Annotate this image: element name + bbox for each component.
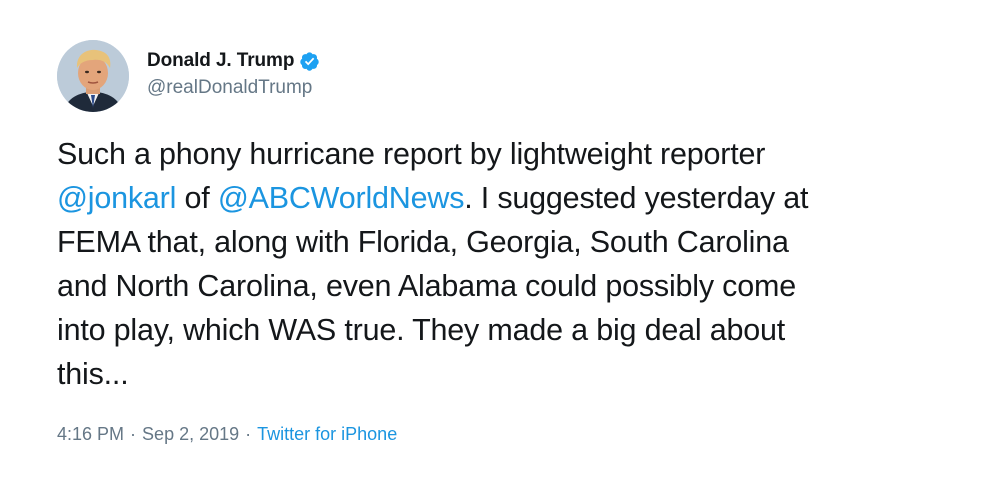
tweet-text-line: this... [57,352,957,396]
tweet-source-link[interactable]: Twitter for iPhone [257,424,397,444]
tweet-text-segment: and North Carolina, even Alabama could p… [57,269,796,303]
author-handle[interactable]: @realDonaldTrump [147,77,320,99]
tweet-text-segment: . I suggested yesterday at [464,181,809,215]
tweet-meta: 4:16 PM · Sep 2, 2019 · Twitter for iPhone [57,424,397,445]
tweet-text-segment: FEMA that, along with Florida, Georgia, … [57,225,789,259]
display-name-row: Donald J. Trump [147,48,320,74]
tweet-time[interactable]: 4:16 PM [57,424,124,444]
tweet-text-line: @jonkarl of @ABCWorldNews. I suggested y… [57,176,957,220]
tweet-text-line: into play, which WAS true. They made a b… [57,308,957,352]
mention-link[interactable]: @ABCWorldNews [218,181,465,215]
verified-badge-icon [299,51,320,72]
tweet-text-segment: of [176,181,218,215]
tweet-text-line: FEMA that, along with Florida, Georgia, … [57,220,957,264]
display-name[interactable]: Donald J. Trump [147,50,294,72]
tweet-text-segment: Such a phony hurricane report by lightwe… [57,137,766,171]
tweet-text-line: and North Carolina, even Alabama could p… [57,264,957,308]
tweet-text-segment: into play, which WAS true. They made a b… [57,313,786,347]
meta-separator: · [130,424,137,444]
tweet-text-line: Such a phony hurricane report by lightwe… [57,132,957,176]
mention-link[interactable]: @jonkarl [57,181,176,215]
tweet-date[interactable]: Sep 2, 2019 [142,424,239,444]
tweet-text-segment: this... [57,357,129,391]
author-avatar[interactable] [57,40,129,112]
author-info: Donald J. Trump @realDonaldTrump [147,48,320,99]
meta-separator: · [245,424,252,444]
tweet-text: Such a phony hurricane report by lightwe… [57,132,957,396]
tweet-card: Donald J. Trump @realDonaldTrump Such a … [0,0,1002,500]
profile-photo [57,40,129,112]
